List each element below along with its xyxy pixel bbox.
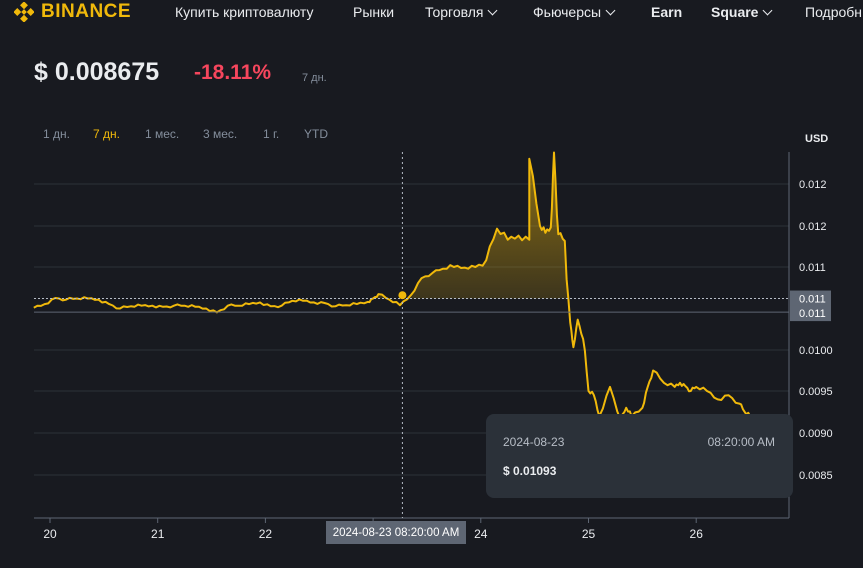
tooltip-time: 08:20:00 AM (707, 435, 775, 449)
y-tick-label: 0.0100 (799, 345, 833, 357)
reference-price-tag-label: 0.011 (799, 294, 826, 306)
x-tick-label: 24 (474, 527, 488, 541)
price-tooltip: 2024-08-23 08:20:00 AM $ 0.01093 (486, 414, 793, 498)
crosshair-x-label: 2024-08-23 08:20:00 AM (326, 521, 466, 544)
y-tick-label: 0.012 (799, 179, 827, 191)
x-tick-label: 26 (690, 527, 704, 541)
hover-point (398, 291, 407, 300)
y-tick-label: 0.011 (799, 262, 826, 274)
price-series-line (33, 151, 757, 430)
y-tick-label: 0.0090 (799, 428, 833, 440)
y-tick-label: 0.012 (799, 221, 827, 233)
y-tick-label: 0.0085 (799, 470, 833, 482)
x-tick-label: 25 (582, 527, 596, 541)
tooltip-value: $ 0.01093 (503, 464, 557, 478)
last-price-tag-label: 0.011 (799, 308, 826, 320)
tooltip-date: 2024-08-23 (503, 435, 565, 449)
x-tick-label: 22 (259, 527, 273, 541)
x-tick-label: 21 (151, 527, 165, 541)
x-tick-label: 20 (43, 527, 57, 541)
y-axis-unit: USD (805, 133, 828, 145)
y-tick-label: 0.0095 (799, 386, 833, 398)
